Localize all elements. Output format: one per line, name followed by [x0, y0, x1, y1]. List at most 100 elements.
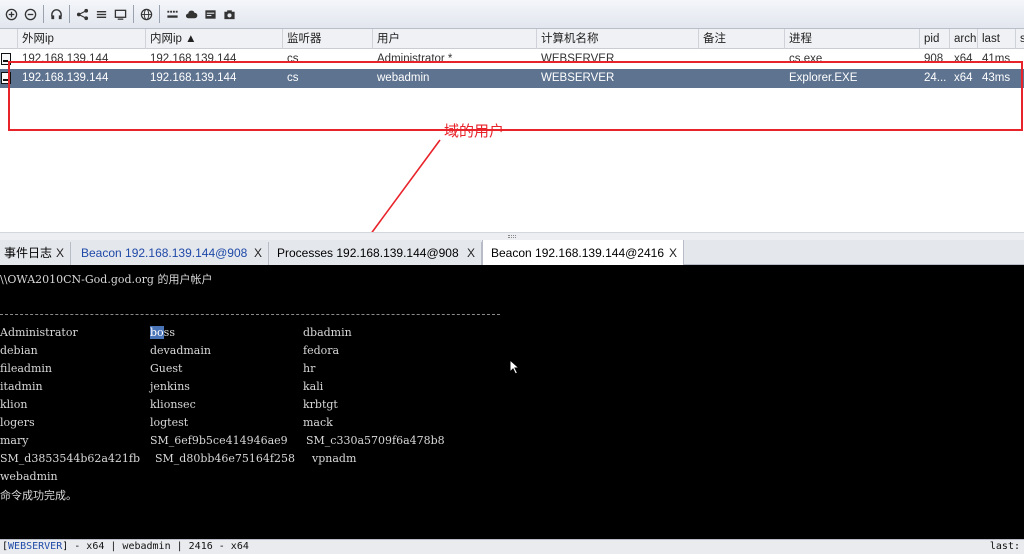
table-row[interactable]: 192.168.139.144 192.168.139.144 cs Admin… [0, 50, 1024, 69]
cell-listener: cs [287, 72, 299, 84]
tab-beacon-908[interactable]: Beacon 192.168.139.144@908 X [71, 242, 269, 265]
tab-close-button[interactable]: X [56, 242, 64, 264]
console-user: debian [0, 344, 38, 357]
share-icon[interactable] [73, 3, 92, 25]
tab-processes-908[interactable]: Processes 192.168.139.144@908 X [269, 242, 482, 265]
console-user: kali [303, 380, 324, 393]
globe-icon[interactable] [137, 3, 156, 25]
beacon-console[interactable]: \\OWA2010CN-God.god.org 的用户帐户 Administra… [0, 265, 1024, 539]
cell-process: cs.exe [789, 53, 823, 65]
tab-event-log[interactable]: 事件日志 X [0, 242, 71, 265]
console-user: hr [303, 362, 316, 375]
cell-external-ip: 192.168.139.144 [22, 72, 109, 84]
keyboard-icon[interactable] [163, 3, 182, 25]
tab-label: Processes 192.168.139.144@908 [277, 246, 459, 260]
column-header-pid[interactable]: pid [920, 29, 950, 49]
console-user: itadmin [0, 380, 43, 393]
cell-external-ip: 192.168.139.144 [22, 53, 109, 65]
tab-label: Beacon 192.168.139.144@908 [81, 246, 248, 260]
column-header-note[interactable]: 备注 [699, 29, 785, 49]
cloud-icon[interactable] [182, 3, 201, 25]
tab-bar: 事件日志 X Beacon 192.168.139.144@908 X Proc… [0, 240, 1024, 266]
console-user: dbadmin [303, 326, 352, 339]
console-header: \\OWA2010CN-God.god.org 的用户帐户 [0, 273, 213, 286]
console-user: klionsec [150, 398, 196, 411]
status-host: WEBSERVER [8, 541, 63, 552]
toolbar [0, 0, 1024, 29]
console-user: vpnadm [312, 452, 357, 465]
console-divider [0, 314, 500, 315]
cell-note [699, 50, 785, 69]
cell-internal-ip: 192.168.139.144 [150, 53, 237, 65]
cell-arch: x64 [954, 72, 973, 84]
console-user: webadmin [0, 470, 58, 483]
pane-splitter[interactable] [0, 232, 1024, 240]
column-header-s[interactable]: s [1016, 29, 1024, 49]
splitter-grip[interactable] [508, 235, 516, 238]
table-header: 外网ip 内网ip ▲ 监听器 用户 计算机名称 备注 进程 pid arch … [0, 29, 1024, 49]
beacon-table: 外网ip 内网ip ▲ 监听器 用户 计算机名称 备注 进程 pid arch … [0, 29, 1024, 232]
selected-text: bo [150, 326, 164, 339]
annotation-label: 域的用户 [444, 122, 505, 140]
table-row-selected[interactable]: 192.168.139.144 192.168.139.144 cs webad… [0, 69, 1024, 88]
toolbar-separator [159, 5, 160, 23]
monitor-icon[interactable] [111, 3, 130, 25]
column-header-process[interactable]: 进程 [785, 29, 920, 49]
terminal-icon[interactable] [201, 3, 220, 25]
console-user: klion [0, 398, 28, 411]
console-user: mack [303, 416, 333, 429]
console-user: fileadmin [0, 362, 52, 375]
console-user: Guest [150, 362, 183, 375]
camera-icon[interactable] [220, 3, 239, 25]
column-header-listener[interactable]: 监听器 [283, 29, 373, 49]
cell-pid: 908 [924, 53, 944, 65]
cell-last: 41ms [982, 53, 1011, 65]
column-header-last[interactable]: last [978, 29, 1016, 49]
cell-user: Administrator * [377, 53, 453, 65]
column-header-icon[interactable] [0, 29, 18, 49]
toolbar-separator [133, 5, 134, 23]
cell-arch: x64 [954, 53, 973, 65]
tab-close-button[interactable]: X [467, 242, 475, 264]
cell-computer: WEBSERVER [541, 72, 615, 84]
cell-computer: WEBSERVER [541, 53, 615, 65]
console-user: mary [0, 434, 29, 447]
tab-label: Beacon 192.168.139.144@2416 [491, 246, 664, 260]
cell-user: webadmin [377, 72, 430, 84]
cell-pid: 24... [924, 72, 947, 84]
column-header-user[interactable]: 用户 [373, 29, 537, 49]
column-header-arch[interactable]: arch [950, 29, 978, 49]
computer-icon [1, 72, 11, 84]
column-header-computer[interactable]: 计算机名称 [537, 29, 699, 49]
console-user: SM_c330a5709f6a478b8 [306, 434, 445, 447]
console-user: logers [0, 416, 35, 429]
mouse-cursor-icon [509, 359, 521, 375]
console-user-rest: ss [163, 326, 175, 339]
console-user: boss [150, 326, 175, 339]
cell-internal-ip: 192.168.139.144 [150, 72, 237, 84]
tab-beacon-2416[interactable]: Beacon 192.168.139.144@2416 X [482, 240, 684, 266]
toolbar-separator [69, 5, 70, 23]
console-user: SM_d80bb46e75164f258 [155, 452, 295, 465]
headphones-icon[interactable] [47, 3, 66, 25]
column-header-external-ip[interactable]: 外网ip [18, 29, 146, 49]
console-user: logtest [150, 416, 189, 429]
cell-last: 43ms [982, 72, 1011, 84]
console-user: fedora [303, 344, 340, 357]
connect-icon[interactable] [2, 3, 21, 25]
status-text: [WEBSERVER] - x64 | webadmin | 2416 - x6… [2, 540, 249, 554]
console-user: SM_6ef9b5ce414946ae9 [150, 434, 288, 447]
cell-note [699, 69, 785, 88]
status-last: last: [989, 541, 1020, 552]
tab-close-button[interactable]: X [254, 242, 262, 264]
tab-label: 事件日志 [4, 246, 53, 260]
console-user: jenkins [150, 380, 190, 393]
list-icon[interactable] [92, 3, 111, 25]
console-user: devadmain [150, 344, 211, 357]
cell-listener: cs [287, 53, 299, 65]
disconnect-icon[interactable] [21, 3, 40, 25]
column-header-internal-ip[interactable]: 内网ip ▲ [146, 29, 283, 49]
tab-close-button[interactable]: X [669, 240, 677, 266]
console-user: SM_d3853544b62a421fb [0, 452, 141, 465]
console-done-message: 命令成功完成。 [0, 489, 77, 502]
